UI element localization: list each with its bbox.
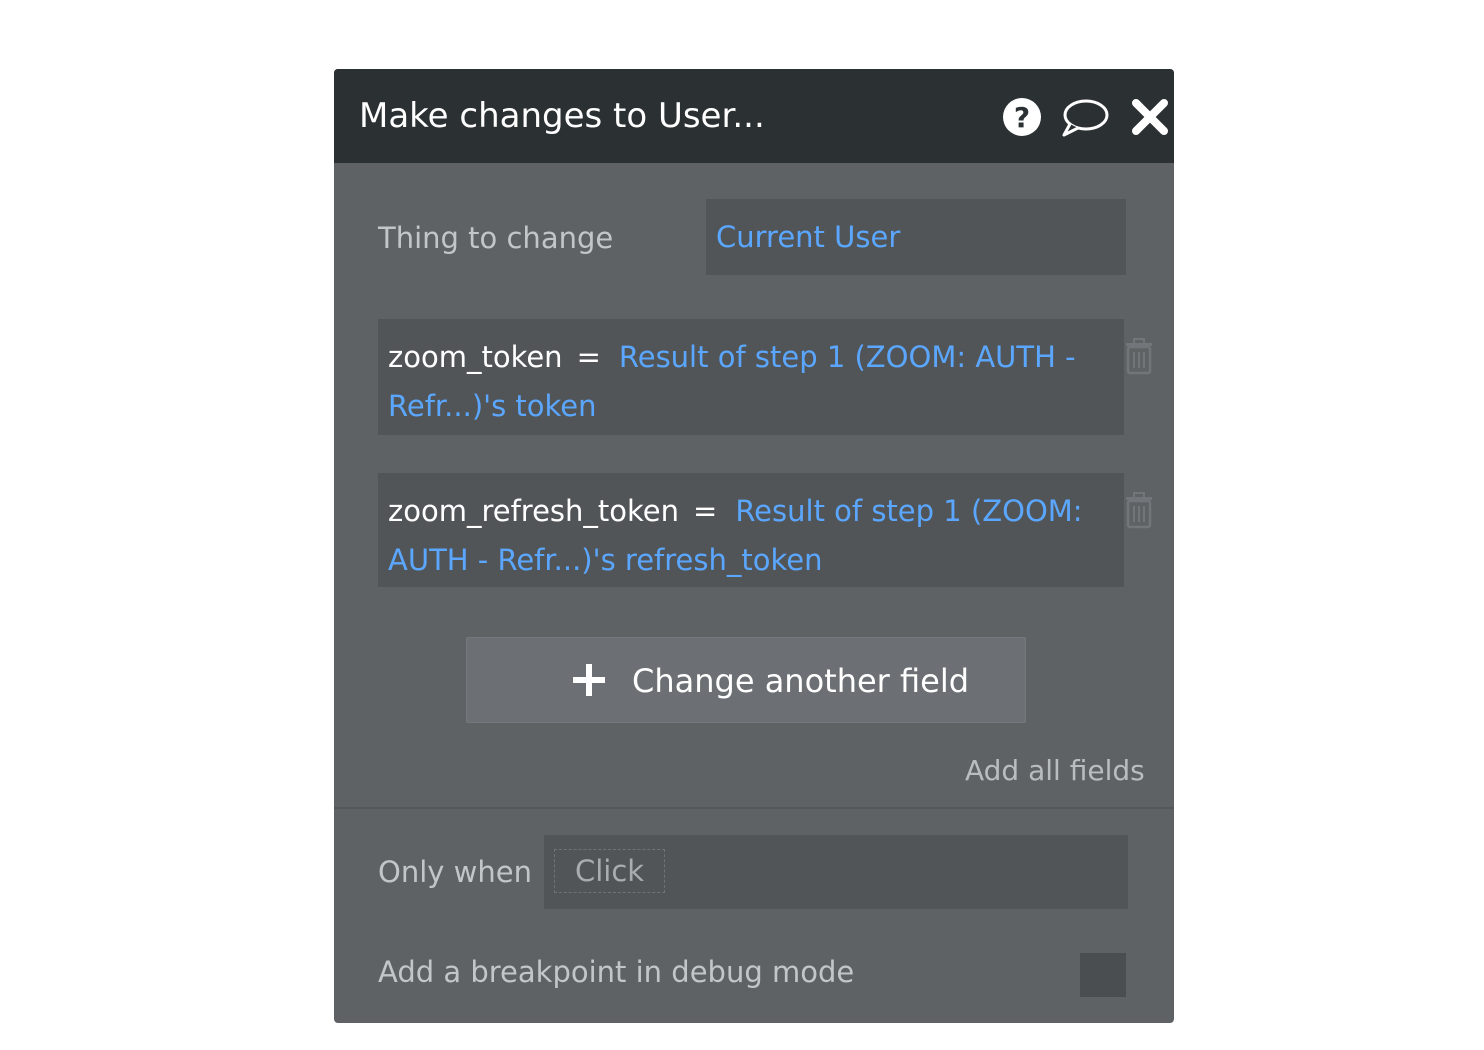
change-another-field-button[interactable]: Change another field xyxy=(466,637,1026,723)
make-changes-dialog: Make changes to User... ? Thing to chang… xyxy=(334,69,1174,1023)
delete-field-icon[interactable] xyxy=(1122,491,1156,529)
field-operator: = xyxy=(576,340,601,374)
change-another-field-label: Change another field xyxy=(632,662,970,700)
breakpoint-label: Add a breakpoint in debug mode xyxy=(378,955,855,989)
only-when-placeholder[interactable]: Click xyxy=(554,849,666,893)
field-operator: = xyxy=(693,494,718,528)
field-assignment-row[interactable]: zoom_token = Result of step 1 (ZOOM: AUTH … xyxy=(378,319,1124,435)
dialog-header: Make changes to User... ? xyxy=(334,69,1174,163)
field-name[interactable]: zoom_token xyxy=(388,340,563,374)
breakpoint-checkbox[interactable] xyxy=(1080,953,1126,997)
thing-to-change-label: Thing to change xyxy=(378,221,614,255)
svg-text:?: ? xyxy=(1014,101,1030,134)
section-divider xyxy=(334,807,1174,809)
comment-icon[interactable] xyxy=(1060,97,1110,139)
add-all-fields-link[interactable]: Add all fields xyxy=(965,753,1145,789)
plus-icon xyxy=(571,662,607,698)
field-name[interactable]: zoom_refresh_token xyxy=(388,494,679,528)
close-icon[interactable] xyxy=(1129,96,1171,138)
field-assignment-line: zoom_refresh_token = Result of step 1 (ZOO… xyxy=(388,493,1083,529)
field-expression-continued: AUTH - Refr...)'s refresh_token xyxy=(388,542,822,578)
delete-field-icon[interactable] xyxy=(1122,337,1156,375)
dialog-title: Make changes to User... xyxy=(359,96,765,136)
field-assignment-row[interactable]: zoom_refresh_token = Result of step 1 (ZOO… xyxy=(378,473,1124,587)
field-expression[interactable]: Refr...)'s token xyxy=(388,389,597,423)
thing-to-change-value[interactable]: Current User xyxy=(716,219,900,255)
help-icon[interactable]: ? xyxy=(1001,96,1043,138)
field-expression[interactable]: Result of step 1 (ZOOM: AUTH - xyxy=(619,340,1076,374)
only-when-field[interactable]: Click xyxy=(544,835,1128,909)
thing-to-change-field[interactable]: Current User xyxy=(706,199,1126,275)
field-expression-continued: Refr...)'s token xyxy=(388,388,597,424)
field-expression[interactable]: AUTH - Refr...)'s refresh_token xyxy=(388,543,822,577)
field-expression[interactable]: Result of step 1 (ZOOM: xyxy=(735,494,1082,528)
only-when-label: Only when xyxy=(378,855,532,889)
field-assignment-line: zoom_token = Result of step 1 (ZOOM: AUTH … xyxy=(388,339,1076,375)
